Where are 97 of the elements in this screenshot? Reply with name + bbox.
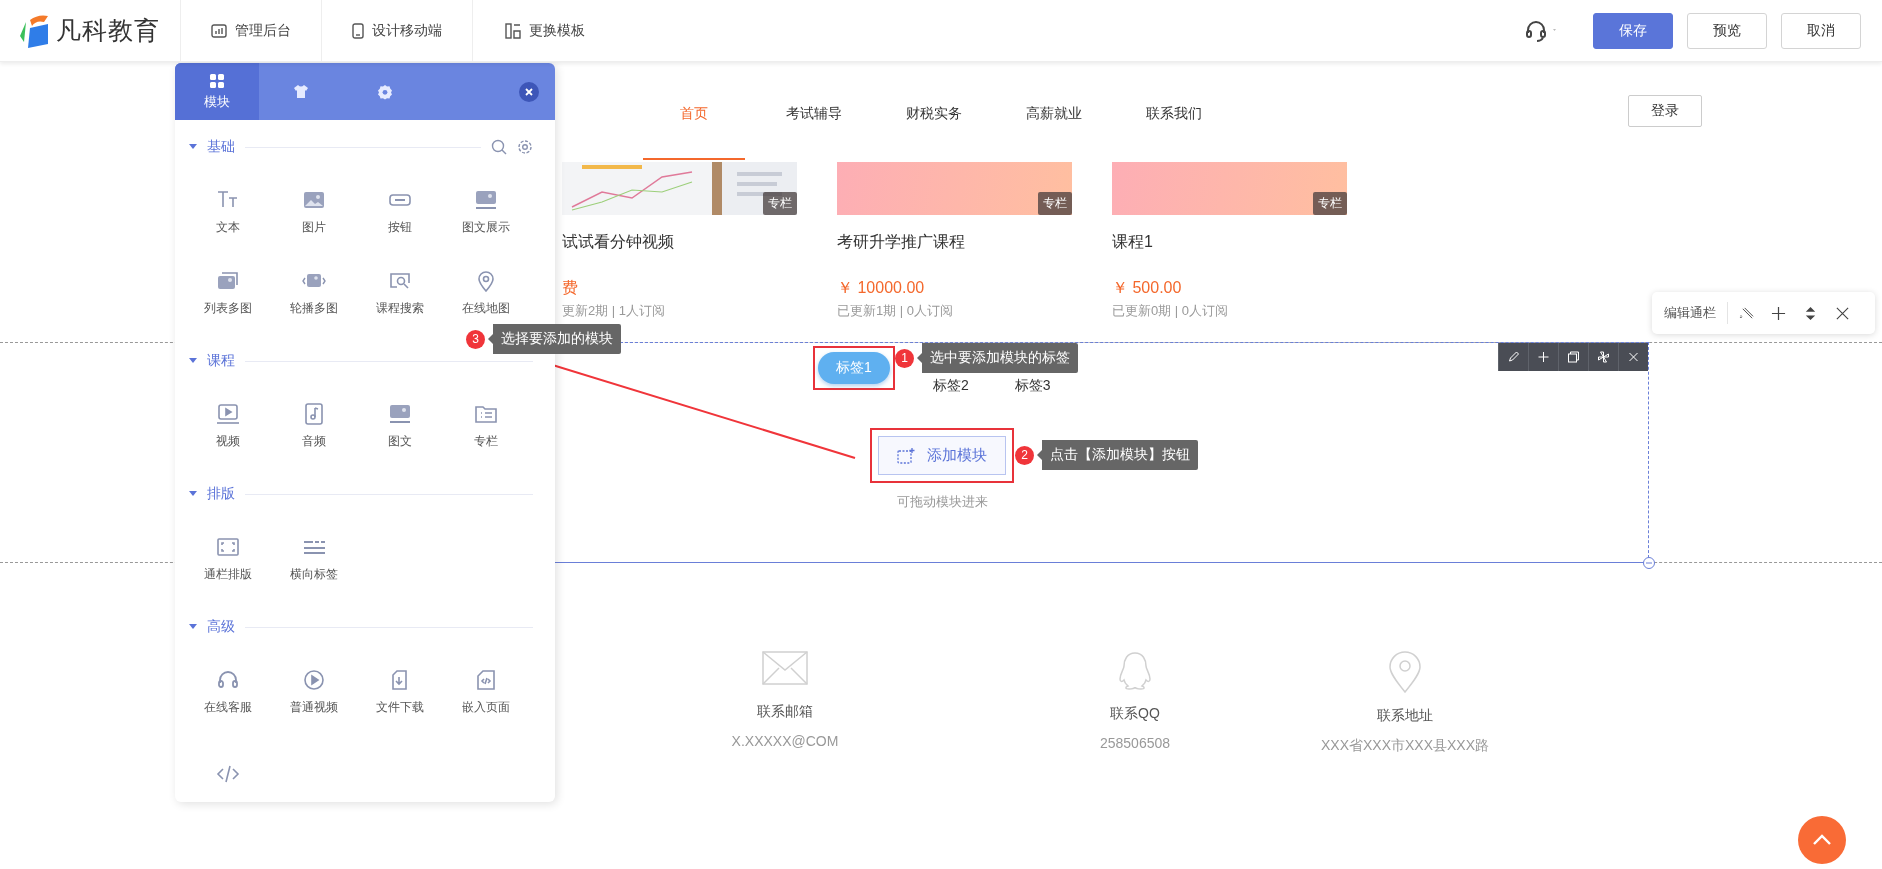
module-label[interactable]: 普通视频 — [290, 699, 338, 716]
module-label[interactable]: 通栏排版 — [204, 566, 252, 583]
step-badge: 2 — [1015, 445, 1034, 465]
contact-label: 联系QQ — [1110, 705, 1160, 723]
course-meta: 已更新0期 | 0人订阅 — [1112, 302, 1230, 320]
site-nav-link[interactable]: 考试辅导 — [763, 62, 865, 160]
layout-icon — [505, 22, 521, 39]
header-button[interactable]: 预览 — [1687, 12, 1767, 49]
logo-text: 凡科教育 — [56, 15, 160, 46]
caret-icon[interactable] — [189, 491, 197, 497]
login-button[interactable]: 登录 — [1628, 95, 1702, 127]
module-label[interactable]: 按钮 — [388, 219, 412, 236]
module-label[interactable]: 音频 — [302, 433, 326, 450]
course-price: 费 — [562, 278, 579, 298]
contact-value: XXX省XXX市XXX县XXX路 — [1320, 737, 1490, 755]
frame-icon[interactable] — [216, 536, 240, 558]
music-note-icon[interactable] — [302, 403, 326, 425]
phone-icon — [352, 22, 364, 39]
code-file-icon[interactable] — [474, 669, 498, 691]
image-stack-icon[interactable] — [216, 270, 240, 292]
module-label[interactable]: 专栏 — [474, 433, 498, 450]
course-meta: 已更新1期 | 0人订阅 — [837, 302, 955, 320]
video-icon[interactable] — [216, 403, 240, 425]
course-title[interactable]: 考研升学推广课程 — [837, 232, 1072, 253]
module-label[interactable]: 图文展示 — [462, 219, 510, 236]
module-label[interactable]: 嵌入页面 — [462, 699, 510, 716]
add-module-button[interactable]: 添加模块 — [878, 436, 1006, 475]
headset-icon[interactable] — [1525, 19, 1559, 42]
tooltip: 点击【添加模块】按钮 — [1037, 440, 1198, 470]
drop-hint: 可拖动模块进来 — [896, 493, 988, 511]
module-label[interactable]: 横向标签 — [290, 566, 338, 583]
step-badge: 1 — [895, 348, 914, 368]
image-icon[interactable] — [302, 189, 326, 211]
course-meta: 更新2期 | 1人订阅 — [562, 302, 667, 320]
settings-icon — [377, 83, 393, 100]
top-nav-link[interactable]: 管理后台 — [180, 0, 321, 62]
tooltip: 选中要添加模块的标签 — [917, 343, 1078, 373]
add-module-icon — [897, 447, 915, 464]
search-icon[interactable] — [491, 139, 507, 155]
edit-section-label: 编辑通栏 — [1664, 304, 1716, 322]
magic-wand-icon[interactable] — [1739, 305, 1754, 321]
location-pin-icon — [1388, 651, 1422, 693]
resize-handle[interactable] — [1642, 556, 1656, 570]
module-label[interactable]: 轮播多图 — [290, 300, 338, 317]
caret-icon[interactable] — [189, 624, 197, 630]
chevron-up-icon — [1812, 834, 1832, 846]
folder-list-icon[interactable] — [474, 403, 498, 425]
module-label[interactable]: 在线客服 — [204, 699, 252, 716]
tooltip: 选择要添加的模块 — [488, 324, 621, 354]
module-label[interactable]: 文本 — [216, 219, 240, 236]
module-label[interactable]: 文件下载 — [376, 699, 424, 716]
contact-value: X.XXXXX@COM — [731, 733, 839, 749]
group-title[interactable]: 基础 — [207, 138, 235, 156]
caret-icon[interactable] — [189, 144, 197, 150]
site-nav-link[interactable]: 联系我们 — [1123, 62, 1225, 160]
image-text-icon[interactable] — [388, 403, 412, 425]
grid-icon — [209, 72, 225, 89]
panel-tab[interactable]: 模块 — [175, 63, 259, 120]
group-title[interactable]: 排版 — [207, 485, 235, 503]
caret-icon[interactable] — [189, 358, 197, 364]
column-tag: 专栏 — [763, 192, 797, 215]
shirt-icon — [293, 84, 309, 99]
column-tag: 专栏 — [1038, 192, 1072, 215]
back-to-top-button[interactable] — [1798, 816, 1846, 864]
course-title[interactable]: 课程1 — [1112, 232, 1347, 253]
module-label[interactable]: 在线地图 — [462, 300, 510, 317]
course-price: ￥ 10000.00 — [837, 278, 926, 298]
course-price: ￥ 500.00 — [1112, 278, 1183, 298]
module-label[interactable]: 图片 — [302, 219, 326, 236]
site-nav-link[interactable]: 财税实务 — [883, 62, 985, 160]
contact-label: 联系地址 — [1377, 707, 1433, 725]
module-label[interactable]: 课程搜索 — [376, 300, 424, 317]
top-nav-link[interactable]: 更换模板 — [472, 0, 617, 62]
site-nav-link[interactable]: 高薪就业 — [1003, 62, 1105, 160]
close-icon[interactable] — [1835, 305, 1850, 321]
section-tab[interactable]: 标签3 — [1006, 376, 1059, 396]
close-icon[interactable] — [519, 81, 539, 102]
contact-label: 联系邮箱 — [757, 703, 813, 721]
settings-icon[interactable] — [517, 139, 533, 155]
module-label[interactable]: 图文 — [388, 433, 412, 450]
column-tag: 专栏 — [1313, 192, 1347, 215]
play-icon[interactable] — [302, 669, 326, 691]
top-nav-link[interactable]: 设计移动端 — [321, 0, 472, 62]
module-label[interactable]: 列表多图 — [204, 300, 252, 317]
plus-icon[interactable] — [1771, 305, 1786, 321]
header-button[interactable]: 取消 — [1781, 12, 1861, 49]
group-title[interactable]: 高级 — [207, 618, 235, 636]
module-label[interactable]: 视频 — [216, 433, 240, 450]
header-button[interactable]: 保存 — [1593, 12, 1673, 49]
group-title[interactable]: 课程 — [207, 352, 235, 370]
contact-value: 258506508 — [1099, 735, 1171, 751]
chart-icon — [211, 23, 227, 38]
sort-icon[interactable] — [1803, 305, 1818, 321]
mail-icon — [762, 651, 808, 685]
course-title[interactable]: 试试看分钟视频 — [562, 232, 797, 253]
section-tab[interactable]: 标签2 — [925, 376, 977, 396]
image-text-icon[interactable] — [474, 189, 498, 211]
